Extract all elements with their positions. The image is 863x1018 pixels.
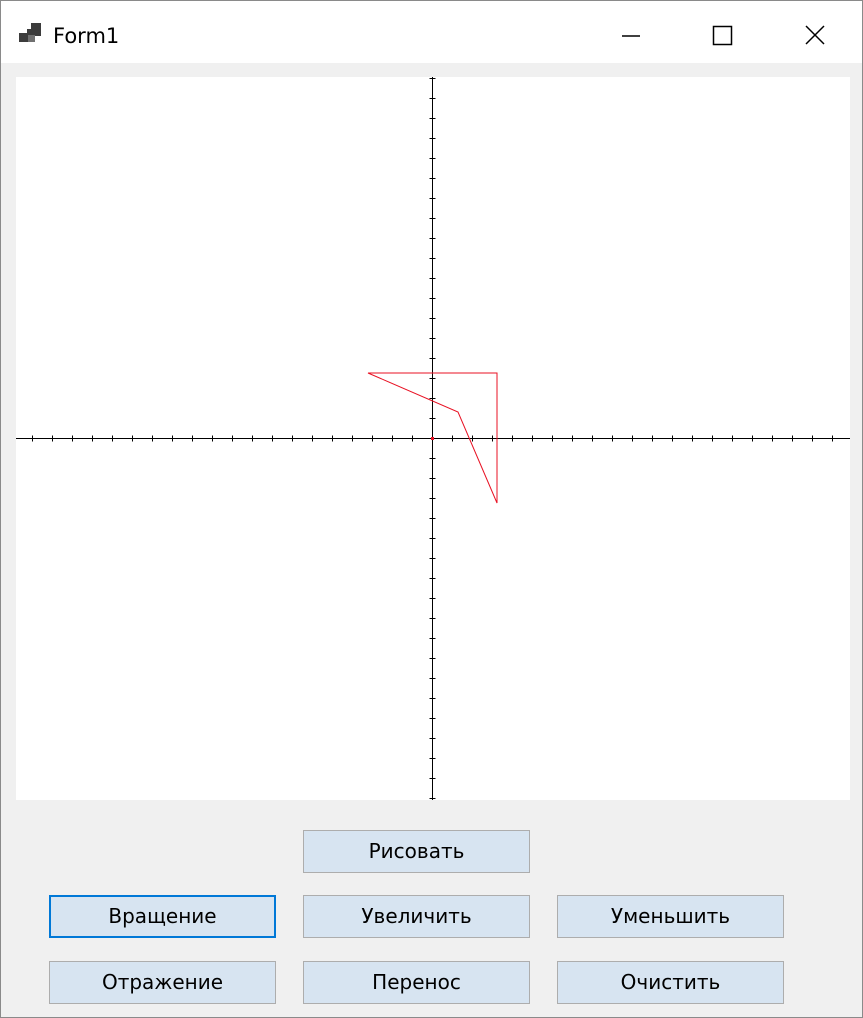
minimize-button[interactable]: [585, 1, 677, 63]
drawing-canvas[interactable]: [16, 77, 850, 800]
maximize-button[interactable]: [677, 1, 769, 63]
zoom-out-button[interactable]: Уменьшить: [557, 895, 784, 938]
title-bar[interactable]: Form1: [1, 1, 862, 63]
reflect-button[interactable]: Отражение: [49, 961, 276, 1004]
close-icon: [805, 25, 825, 45]
app-icon: [19, 23, 43, 45]
coordinate-plot: [16, 77, 850, 800]
zoom-in-button[interactable]: Увеличить: [303, 895, 530, 938]
window-title: Form1: [53, 24, 120, 48]
form-window: Form1 Рисовать Вращение Увеличить Уменьш: [0, 0, 863, 1018]
origin-mark: [431, 437, 434, 440]
minimize-icon: [622, 35, 640, 37]
draw-button[interactable]: Рисовать: [303, 830, 530, 873]
rotate-button[interactable]: Вращение: [49, 895, 276, 938]
close-button[interactable]: [769, 1, 861, 63]
translate-button[interactable]: Перенос: [303, 961, 530, 1004]
clear-button[interactable]: Очистить: [557, 961, 784, 1004]
maximize-icon: [712, 25, 733, 46]
